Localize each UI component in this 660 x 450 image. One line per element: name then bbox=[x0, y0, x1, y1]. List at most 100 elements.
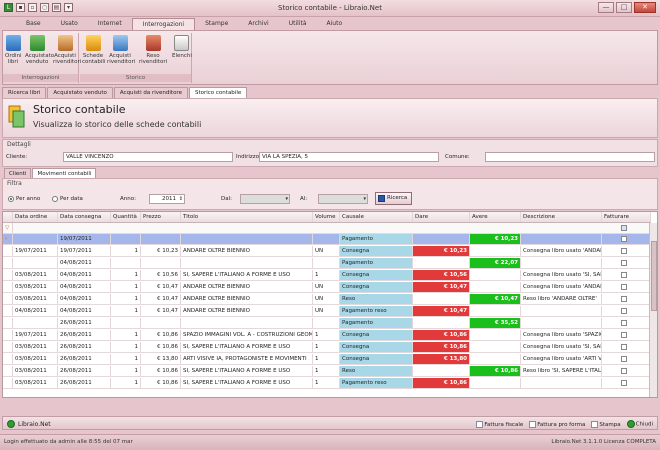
per-anno-radio[interactable]: Per anno bbox=[8, 196, 40, 202]
cliente-field[interactable]: VALLE VINCENZO bbox=[63, 152, 233, 162]
tab-usato[interactable]: Usato bbox=[51, 18, 88, 30]
fatturare-checkbox[interactable] bbox=[621, 236, 627, 242]
doc-tab-ricerca-libri[interactable]: Ricerca libri bbox=[2, 87, 47, 98]
col-fatturare[interactable]: Fatturare bbox=[602, 212, 651, 222]
row-indicator[interactable] bbox=[3, 294, 13, 304]
al-date-picker[interactable]: ▾ bbox=[318, 194, 368, 204]
col-volume[interactable]: Volume bbox=[313, 212, 340, 222]
filter-icon[interactable]: ▽ bbox=[3, 223, 13, 233]
acquistato-venduto-button[interactable]: Acquistato venduto bbox=[25, 35, 54, 65]
fatturare-checkbox[interactable] bbox=[621, 260, 627, 266]
cell-prezzo: € 10,47 bbox=[141, 294, 181, 304]
fatturare-filter-checkbox[interactable] bbox=[621, 225, 627, 231]
dettagli-label: Dettagli bbox=[7, 141, 31, 148]
tab-interrogazioni[interactable]: Interrogazioni bbox=[131, 18, 196, 30]
tab-internet[interactable]: Internet bbox=[88, 18, 132, 30]
tab-base[interactable]: Base bbox=[16, 18, 51, 30]
row-indicator[interactable] bbox=[3, 306, 13, 316]
folder-icon bbox=[85, 35, 101, 51]
radio-selected-icon bbox=[8, 196, 14, 202]
comune-field[interactable] bbox=[485, 152, 655, 162]
per-data-radio[interactable]: Per data bbox=[52, 196, 83, 202]
table-row[interactable]: 19/07/2011 19/07/2011 1 € 10,23 ANDARE OLTRE… bbox=[3, 246, 651, 257]
table-row[interactable]: 03/08/2011 26/08/2011 1 € 13,80 ARTI VISIVE … bbox=[3, 354, 651, 365]
table-row[interactable]: 26/08/2011 Pagamento € 35,52 bbox=[3, 318, 651, 329]
tab-aiuto[interactable]: Aiuto bbox=[317, 18, 353, 30]
fatturare-checkbox[interactable] bbox=[621, 332, 627, 338]
col-quantita[interactable]: Quantità bbox=[111, 212, 141, 222]
ordini-libri-button[interactable]: Ordini libri bbox=[5, 35, 22, 65]
fatturare-checkbox[interactable] bbox=[621, 356, 627, 362]
fattura-pro-forma-button[interactable]: Fattura pro forma bbox=[529, 420, 585, 428]
table-row[interactable]: › 19/07/2011 Pagamento € 10,23 bbox=[3, 234, 651, 245]
col-data-ordine[interactable]: Data ordine bbox=[13, 212, 58, 222]
table-row[interactable]: 19/07/2011 26/08/2011 1 € 10,86 SPAZIO IMMAG… bbox=[3, 330, 651, 341]
spin-arrows-icon[interactable]: ⇕ bbox=[179, 195, 183, 203]
vertical-scrollbar[interactable] bbox=[649, 223, 657, 397]
doc-tab-acquisti-rivenditore[interactable]: Acquisti da rivenditore bbox=[113, 87, 188, 98]
col-dare[interactable]: Dare bbox=[413, 212, 470, 222]
cell-causale: Consegna bbox=[340, 246, 413, 256]
row-indicator[interactable] bbox=[3, 282, 13, 292]
dal-date-picker[interactable]: ▾ bbox=[240, 194, 290, 204]
table-row[interactable]: 03/08/2011 04/08/2011 1 € 10,47 ANDARE OLTRE… bbox=[3, 282, 651, 293]
close-button[interactable]: ✕ bbox=[634, 2, 656, 13]
fatturare-checkbox[interactable] bbox=[621, 308, 627, 314]
tab-clienti[interactable]: Clienti bbox=[4, 168, 32, 178]
fatturare-checkbox[interactable] bbox=[621, 320, 627, 326]
cell-causale: Consegna bbox=[340, 342, 413, 352]
fatturare-checkbox[interactable] bbox=[621, 368, 627, 374]
fatturare-checkbox[interactable] bbox=[621, 248, 627, 254]
fatturare-checkbox[interactable] bbox=[621, 380, 627, 386]
row-indicator[interactable] bbox=[3, 258, 13, 268]
anno-spinner[interactable]: 2011 ⇕ bbox=[149, 194, 185, 204]
col-prezzo[interactable]: Prezzo bbox=[141, 212, 181, 222]
row-indicator[interactable] bbox=[3, 318, 13, 328]
table-row[interactable]: 03/08/2011 04/08/2011 1 € 10,56 SI, SAPERE L… bbox=[3, 270, 651, 281]
fatturare-checkbox[interactable] bbox=[621, 296, 627, 302]
fatturare-checkbox[interactable] bbox=[621, 272, 627, 278]
tab-archivi[interactable]: Archivi bbox=[238, 18, 278, 30]
tab-movimenti-contabili[interactable]: Movimenti contabili bbox=[32, 168, 97, 178]
table-row[interactable]: 03/08/2011 26/08/2011 1 € 10,86 SI, SAPERE L… bbox=[3, 378, 651, 389]
col-causale[interactable]: Causale bbox=[340, 212, 413, 222]
table-row[interactable]: 03/08/2011 04/08/2011 1 € 10,47 ANDARE OLTRE… bbox=[3, 294, 651, 305]
scrollbar-thumb[interactable] bbox=[651, 241, 657, 311]
table-row[interactable]: 04/08/2011 Pagamento € 22,07 bbox=[3, 258, 651, 269]
table-row[interactable]: 04/08/2011 04/08/2011 1 € 10,47 ANDARE OLTRE… bbox=[3, 306, 651, 317]
chiudi-button[interactable]: Chiudi bbox=[626, 420, 653, 428]
row-indicator[interactable] bbox=[3, 354, 13, 364]
row-indicator[interactable] bbox=[3, 378, 13, 388]
fattura-fiscale-button[interactable]: Fattura fiscale bbox=[476, 420, 523, 428]
fatturare-checkbox[interactable] bbox=[621, 284, 627, 290]
cell-volume bbox=[313, 234, 340, 244]
doc-tab-storico-contabile[interactable]: Storico contabile bbox=[188, 87, 248, 98]
row-indicator[interactable] bbox=[3, 330, 13, 340]
row-indicator[interactable] bbox=[3, 270, 13, 280]
maximize-button[interactable]: □ bbox=[616, 2, 632, 13]
stampa-button[interactable]: Stampa bbox=[591, 420, 621, 428]
indirizzo-field[interactable]: VIA LA SPEZIA, 5 bbox=[259, 152, 439, 162]
row-indicator[interactable] bbox=[3, 246, 13, 256]
col-titolo[interactable]: Titolo bbox=[181, 212, 313, 222]
reso-rivenditori-button[interactable]: Reso rivenditori bbox=[136, 35, 170, 65]
ricerca-button[interactable]: Ricerca bbox=[375, 192, 412, 205]
tab-utilita[interactable]: Utilità bbox=[279, 18, 317, 30]
doc-tab-acquistato-venduto[interactable]: Acquistato venduto bbox=[47, 87, 113, 98]
row-pointer-icon[interactable]: › bbox=[3, 234, 13, 244]
table-row[interactable]: 03/08/2011 26/08/2011 1 € 10,86 SI, SAPERE L… bbox=[3, 366, 651, 377]
col-avere[interactable]: Avere bbox=[470, 212, 521, 222]
fatturare-checkbox[interactable] bbox=[621, 344, 627, 350]
table-row[interactable]: 03/08/2011 26/08/2011 1 € 10,86 SI, SAPERE L… bbox=[3, 342, 651, 353]
schede-contabili-button[interactable]: Schede contabili bbox=[82, 35, 105, 65]
minimize-button[interactable]: — bbox=[598, 2, 614, 13]
row-indicator[interactable] bbox=[3, 366, 13, 376]
tab-stampe[interactable]: Stampe bbox=[195, 18, 238, 30]
acquisti-rivenditori-storico-button[interactable]: Acquisti rivenditori bbox=[107, 35, 135, 65]
elenchi-button[interactable]: Elenchi bbox=[172, 35, 192, 59]
col-descrizione[interactable]: Descrizione bbox=[521, 212, 602, 222]
row-indicator[interactable] bbox=[3, 342, 13, 352]
cell-avere: € 35,52 bbox=[470, 318, 521, 328]
col-data-consegna[interactable]: Data consegna bbox=[58, 212, 111, 222]
acquisti-rivenditori-button[interactable]: Acquisti rivenditori bbox=[53, 35, 81, 65]
